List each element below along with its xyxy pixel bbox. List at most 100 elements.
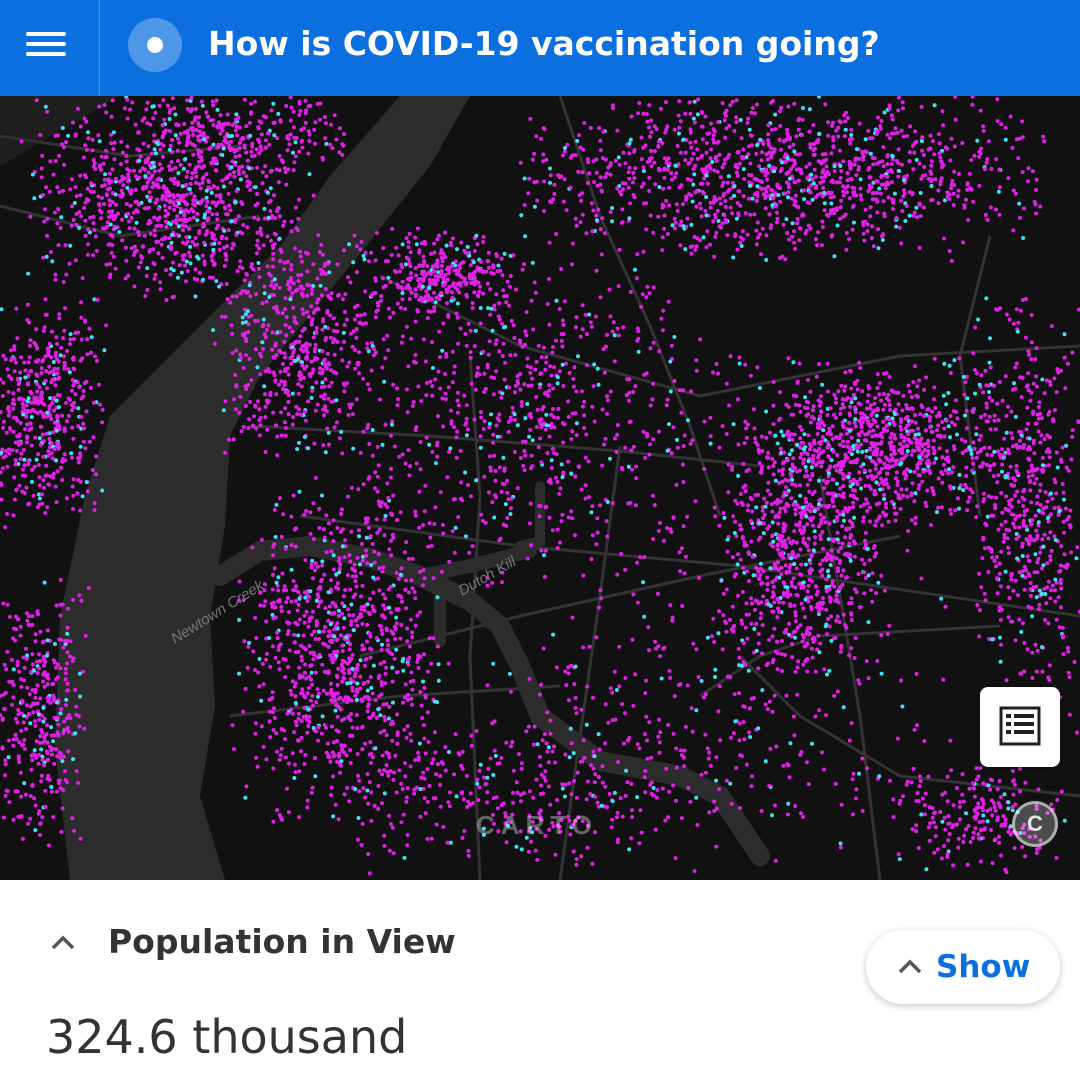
population-dot — [348, 681, 353, 685]
population-dot — [78, 836, 83, 841]
population-dot — [390, 700, 395, 705]
population-dot — [38, 696, 43, 701]
population-dot — [111, 130, 116, 135]
population-dot — [232, 397, 236, 402]
population-dot — [100, 407, 105, 412]
population-dot — [987, 445, 992, 450]
population-dot — [449, 290, 454, 295]
population-dot — [796, 205, 801, 210]
population-dot — [37, 752, 42, 757]
population-dot — [70, 425, 75, 430]
population-dot — [80, 276, 85, 281]
population-dot — [360, 699, 365, 703]
population-dot — [844, 231, 849, 235]
population-dot — [328, 759, 333, 764]
population-dot — [376, 552, 381, 557]
menu-button[interactable] — [0, 0, 100, 96]
population-dot — [870, 224, 875, 229]
population-dot — [140, 256, 145, 260]
population-dot — [270, 213, 275, 218]
population-dot — [274, 353, 279, 358]
population-dot — [379, 683, 384, 688]
population-dot — [283, 307, 287, 312]
population-dot — [24, 485, 29, 490]
population-dot — [868, 519, 872, 524]
population-dot — [903, 476, 908, 481]
population-dot — [847, 196, 852, 201]
population-dot — [470, 306, 475, 311]
population-dot — [868, 151, 873, 156]
population-dot — [875, 199, 880, 204]
population-dot — [408, 250, 413, 255]
population-dot — [284, 755, 288, 760]
population-dot — [260, 301, 265, 306]
population-dot — [286, 412, 291, 417]
population-dot — [721, 180, 726, 185]
population-dot — [365, 516, 370, 521]
population-dot — [369, 368, 374, 373]
population-dot — [872, 401, 877, 406]
population-dot — [83, 200, 88, 205]
population-dot — [700, 153, 704, 158]
population-dot — [397, 269, 402, 274]
population-dot — [215, 217, 220, 222]
page-title: How is COVID-19 vaccination going? — [208, 24, 880, 63]
population-dot — [233, 217, 238, 222]
population-dot — [841, 189, 846, 194]
population-dot — [376, 707, 381, 712]
population-dot — [837, 148, 842, 153]
population-dot — [299, 735, 304, 740]
population-dot — [459, 275, 464, 280]
population-dot — [484, 269, 489, 274]
population-dot — [868, 214, 873, 219]
population-dot — [65, 496, 69, 501]
population-dot — [848, 166, 853, 171]
population-dot — [841, 159, 846, 164]
population-dot — [358, 247, 363, 252]
population-dot — [652, 149, 657, 154]
population-dot — [54, 500, 59, 505]
population-dot — [23, 427, 27, 432]
population-dot — [369, 760, 373, 765]
population-dot — [594, 170, 599, 175]
population-dot — [872, 156, 877, 161]
population-dot — [677, 131, 681, 136]
population-dot — [967, 171, 972, 176]
population-dot — [19, 728, 24, 733]
population-dot — [311, 537, 316, 542]
population-dot — [194, 128, 199, 132]
population-dot — [332, 692, 337, 697]
population-dot — [889, 180, 894, 185]
population-dot — [422, 576, 427, 581]
population-dot — [329, 793, 333, 797]
population-dot — [822, 201, 827, 206]
population-dot — [292, 319, 297, 324]
population-dot — [66, 413, 71, 418]
population-dot — [348, 559, 353, 564]
population-dot — [261, 346, 265, 351]
population-dot — [496, 263, 501, 268]
population-dot — [243, 336, 248, 341]
population-dot — [834, 128, 839, 133]
map-view[interactable]: Newtown Creek Dutch Kill CARTO C — [0, 96, 1080, 880]
population-dot — [801, 213, 806, 218]
population-dot — [432, 250, 437, 255]
population-dot — [138, 154, 143, 159]
map-canvas[interactable]: Newtown Creek Dutch Kill — [0, 96, 1080, 880]
population-dot — [211, 247, 216, 252]
population-dot — [301, 714, 306, 719]
radio-dot-logo-icon — [128, 18, 182, 72]
population-dot — [356, 615, 361, 620]
population-dot — [182, 122, 187, 126]
population-dot — [333, 698, 338, 703]
population-dot — [110, 243, 115, 248]
population-dot — [949, 136, 954, 141]
population-dot — [383, 718, 388, 723]
population-dot — [308, 589, 313, 594]
population-dot — [421, 679, 426, 684]
population-dot — [839, 432, 844, 437]
population-dot — [53, 383, 58, 388]
population-dot — [876, 115, 880, 120]
population-dot — [317, 637, 322, 641]
population-dot — [365, 341, 370, 346]
